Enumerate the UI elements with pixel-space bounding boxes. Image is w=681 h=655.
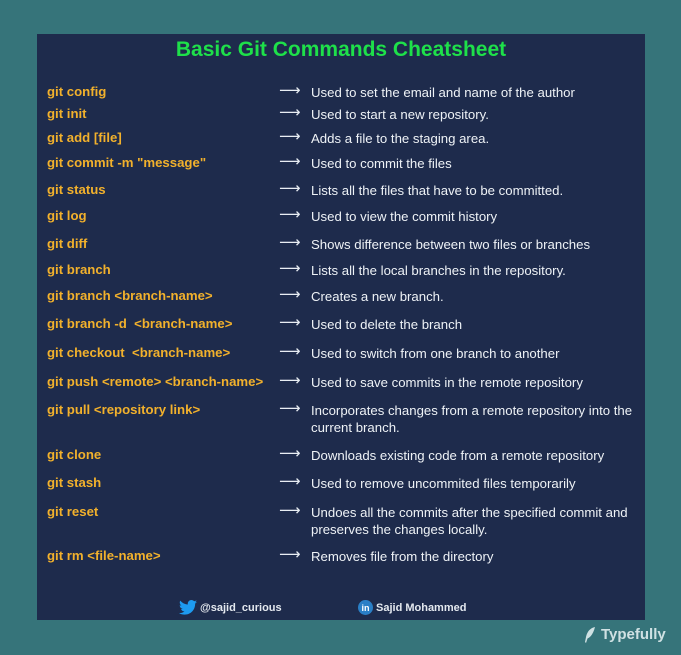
arrow-icon: ⟶ bbox=[279, 233, 301, 251]
command-name: git rm <file-name> bbox=[47, 548, 161, 563]
command-description: Removes file from the directory bbox=[311, 549, 494, 564]
command-description: Undoes all the commits after the specifi… bbox=[311, 505, 628, 537]
command-description: Lists all the local branches in the repo… bbox=[311, 263, 566, 278]
command-description: Used to view the commit history bbox=[311, 209, 498, 224]
command-description: Used to remove uncommited files temporar… bbox=[311, 476, 576, 491]
twitter-handle: @sajid_curious bbox=[200, 601, 282, 614]
arrow-icon: ⟶ bbox=[279, 127, 301, 145]
arrow-icon: ⟶ bbox=[279, 313, 301, 331]
command-name: git branch bbox=[47, 262, 111, 277]
command-description: Shows difference between two files or br… bbox=[311, 237, 591, 252]
command-name: git stash bbox=[47, 475, 102, 490]
command-description: Used to delete the branch bbox=[311, 317, 463, 332]
command-name: git status bbox=[47, 182, 106, 197]
command-description: Downloads existing code from a remote re… bbox=[311, 448, 605, 463]
linkedin-credit[interactable]: in Sajid Mohammed bbox=[358, 600, 466, 615]
command-description: Adds a file to the staging area. bbox=[311, 131, 490, 146]
arrow-icon: ⟶ bbox=[279, 152, 301, 170]
linkedin-name: Sajid Mohammed bbox=[376, 601, 467, 614]
command-description: Creates a new branch. bbox=[311, 289, 444, 304]
command-name: git add [file] bbox=[47, 130, 122, 145]
command-description: Used to save commits in the remote repos… bbox=[311, 375, 583, 390]
arrow-icon: ⟶ bbox=[279, 103, 301, 121]
command-name: git init bbox=[47, 106, 87, 121]
cheatsheet-panel: Basic Git Commands Cheatsheet git config… bbox=[37, 34, 645, 620]
arrow-icon: ⟶ bbox=[279, 399, 301, 417]
command-name: git log bbox=[47, 208, 87, 223]
command-description: Lists all the files that have to be comm… bbox=[311, 183, 564, 198]
typefully-wordmark: Typefully bbox=[601, 626, 666, 643]
twitter-bird-icon bbox=[179, 600, 197, 615]
command-description: Incorporates changes from a remote repos… bbox=[311, 403, 633, 435]
command-name: git checkout <branch-name> bbox=[47, 345, 231, 360]
command-description: Used to set the email and name of the au… bbox=[311, 85, 575, 100]
command-name: git diff bbox=[47, 236, 88, 251]
footer: @sajid_curious in Sajid Mohammed bbox=[37, 600, 645, 620]
command-name: git pull <repository link> bbox=[47, 402, 201, 417]
typefully-brand[interactable]: Typefully bbox=[584, 626, 666, 643]
linkedin-icon: in bbox=[358, 600, 373, 615]
command-name: git commit -m "message" bbox=[47, 155, 207, 170]
arrow-icon: ⟶ bbox=[279, 259, 301, 277]
typefully-feather-icon bbox=[585, 626, 595, 643]
twitter-credit[interactable]: @sajid_curious bbox=[179, 600, 282, 615]
command-description: Used to commit the files bbox=[311, 156, 452, 171]
command-name: git branch -d <branch-name> bbox=[47, 316, 233, 331]
command-name: git push <remote> <branch-name> bbox=[47, 374, 264, 389]
arrow-icon: ⟶ bbox=[279, 371, 301, 389]
command-name: git reset bbox=[47, 504, 99, 519]
arrow-icon: ⟶ bbox=[279, 285, 301, 303]
command-name: git config bbox=[47, 84, 107, 99]
command-description: Used to start a new repository. bbox=[311, 107, 489, 122]
arrow-icon: ⟶ bbox=[279, 342, 301, 360]
arrow-icon: ⟶ bbox=[279, 81, 301, 99]
command-description: Used to switch from one branch to anothe… bbox=[311, 346, 560, 361]
arrow-icon: ⟶ bbox=[279, 205, 301, 223]
arrow-icon: ⟶ bbox=[279, 501, 301, 519]
command-list: git config ⟶ Used to set the email and nam… bbox=[37, 34, 645, 620]
arrow-icon: ⟶ bbox=[279, 444, 301, 462]
command-name: git branch <branch-name> bbox=[47, 288, 213, 303]
command-name: git clone bbox=[47, 447, 102, 462]
arrow-icon: ⟶ bbox=[279, 545, 301, 563]
arrow-icon: ⟶ bbox=[279, 472, 301, 490]
arrow-icon: ⟶ bbox=[279, 179, 301, 197]
